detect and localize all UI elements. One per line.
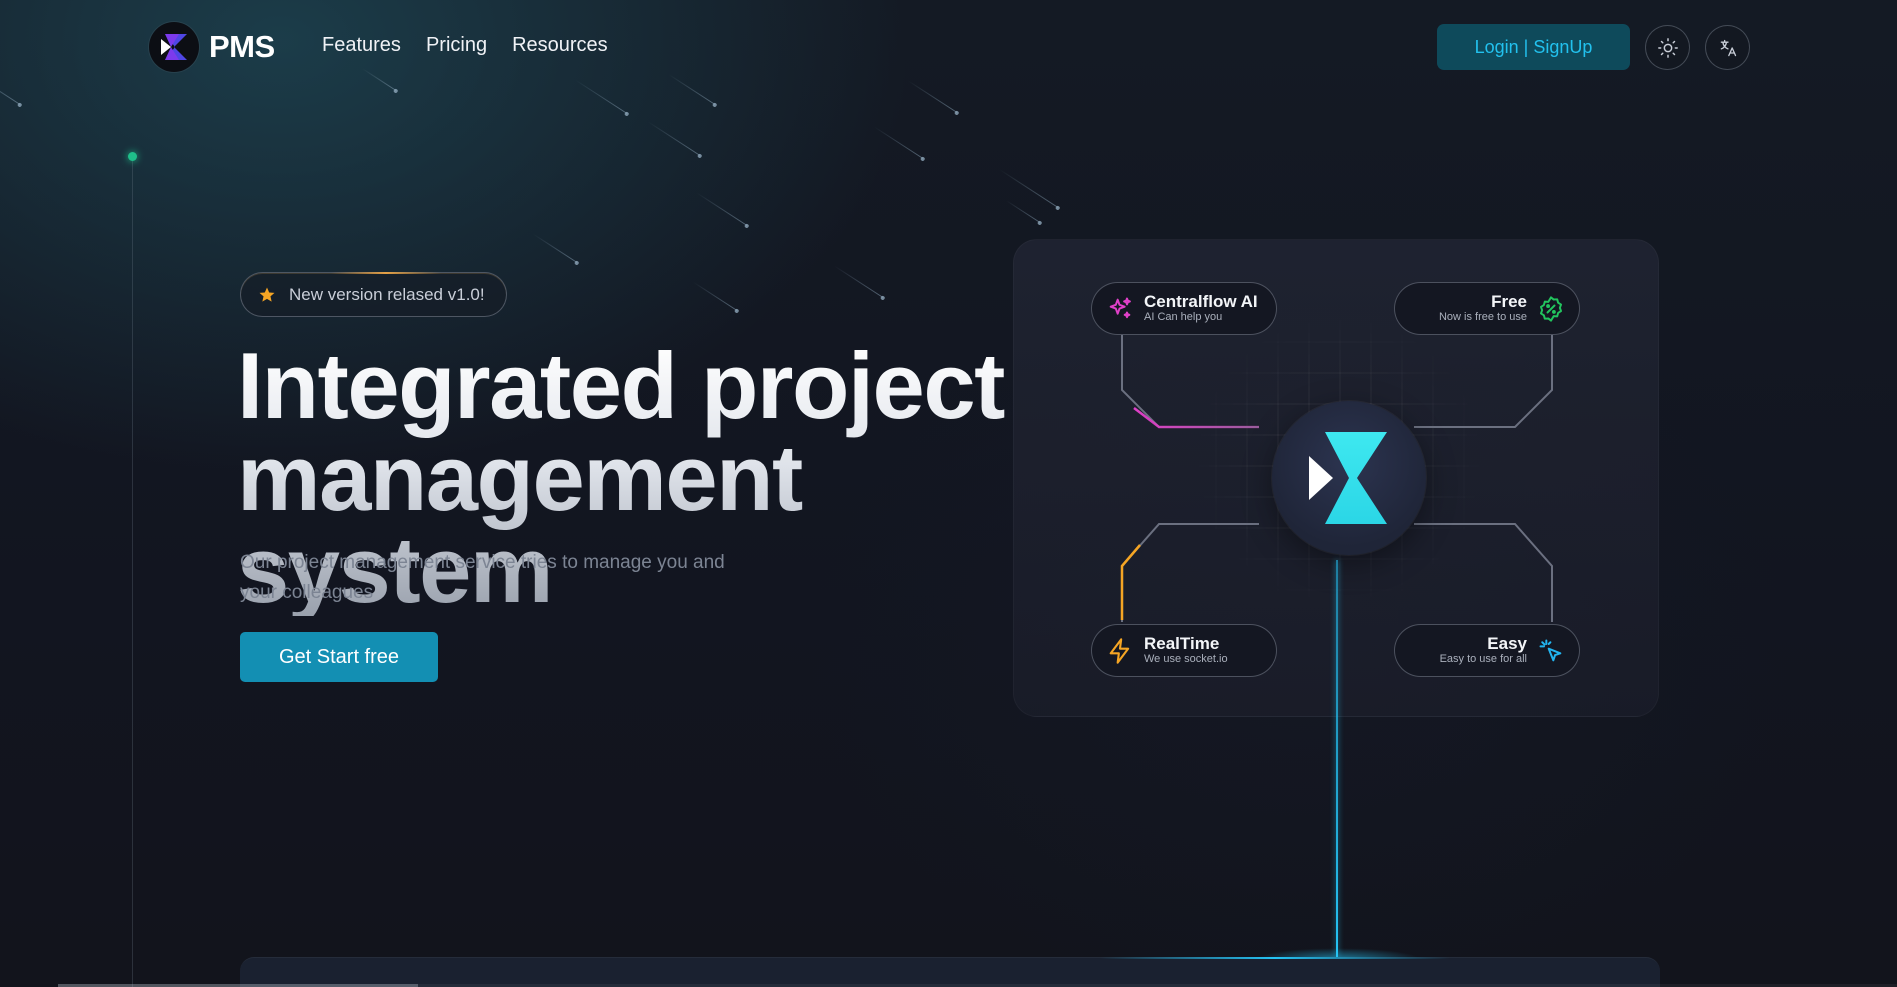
feature-free-text: Free Now is free to use: [1439, 293, 1527, 324]
status-dot: [128, 152, 137, 161]
star-icon: [259, 287, 275, 302]
brand-logo[interactable]: PMS: [149, 22, 275, 72]
kanban-logo-icon: [1309, 432, 1387, 524]
get-started-button[interactable]: Get Start free: [240, 632, 438, 682]
nav-resources[interactable]: Resources: [512, 34, 608, 57]
feature-pill-ai[interactable]: Centralflow AI AI Can help you: [1091, 282, 1277, 335]
feature-free-title: Free: [1491, 292, 1527, 311]
hero-title-line-1: Integrated project: [237, 333, 1004, 438]
feature-pill-realtime[interactable]: RealTime We use socket.io: [1091, 624, 1277, 677]
dashboard-preview-panel: [240, 957, 1660, 987]
hero-subtitle: Our project management service tries to …: [240, 552, 725, 603]
feature-ai-text: Centralflow AI AI Can help you: [1144, 293, 1258, 324]
feature-realtime-subtitle: We use socket.io: [1144, 653, 1228, 665]
guide-line: [132, 157, 133, 987]
brand-name: PMS: [209, 29, 275, 64]
top-navbar: PMS Features Pricing Resources Login | S…: [0, 0, 1897, 96]
feature-ai-title: Centralflow AI: [1144, 292, 1258, 311]
feature-realtime-text: RealTime We use socket.io: [1144, 635, 1228, 666]
nav-features[interactable]: Features: [322, 34, 401, 57]
discount-badge-icon: [1539, 295, 1563, 322]
cursor-click-icon: [1539, 639, 1562, 661]
light-beam: [1336, 560, 1338, 958]
main-nav: Features Pricing Resources: [322, 34, 608, 57]
feature-realtime-title: RealTime: [1144, 634, 1220, 653]
language-button[interactable]: [1705, 25, 1750, 70]
theme-toggle-button[interactable]: [1645, 25, 1690, 70]
sun-icon: [1657, 37, 1678, 58]
version-badge[interactable]: New version relased v1.0!: [240, 272, 507, 317]
lightning-icon: [1109, 637, 1130, 664]
feature-easy-subtitle: Easy to use for all: [1439, 653, 1527, 665]
center-logo: [1272, 401, 1426, 555]
sparkles-icon: [1109, 297, 1131, 318]
feature-pill-easy[interactable]: Easy Easy to use for all: [1394, 624, 1580, 677]
feature-free-subtitle: Now is free to use: [1438, 311, 1527, 323]
version-badge-text: New version relased v1.0!: [289, 284, 485, 304]
nav-pricing[interactable]: Pricing: [426, 34, 487, 57]
feature-ai-subtitle: AI Can help you: [1144, 311, 1223, 323]
landing-page: PMS Features Pricing Resources Login | S…: [0, 0, 1897, 987]
feature-easy-text: Easy Easy to use for all: [1440, 635, 1527, 666]
translate-icon: [1720, 39, 1736, 56]
feature-easy-title: Easy: [1487, 634, 1527, 653]
logo-icon: [149, 22, 199, 72]
login-signup-button[interactable]: Login | SignUp: [1437, 24, 1630, 70]
feature-pill-free[interactable]: Free Now is free to use: [1394, 282, 1580, 335]
